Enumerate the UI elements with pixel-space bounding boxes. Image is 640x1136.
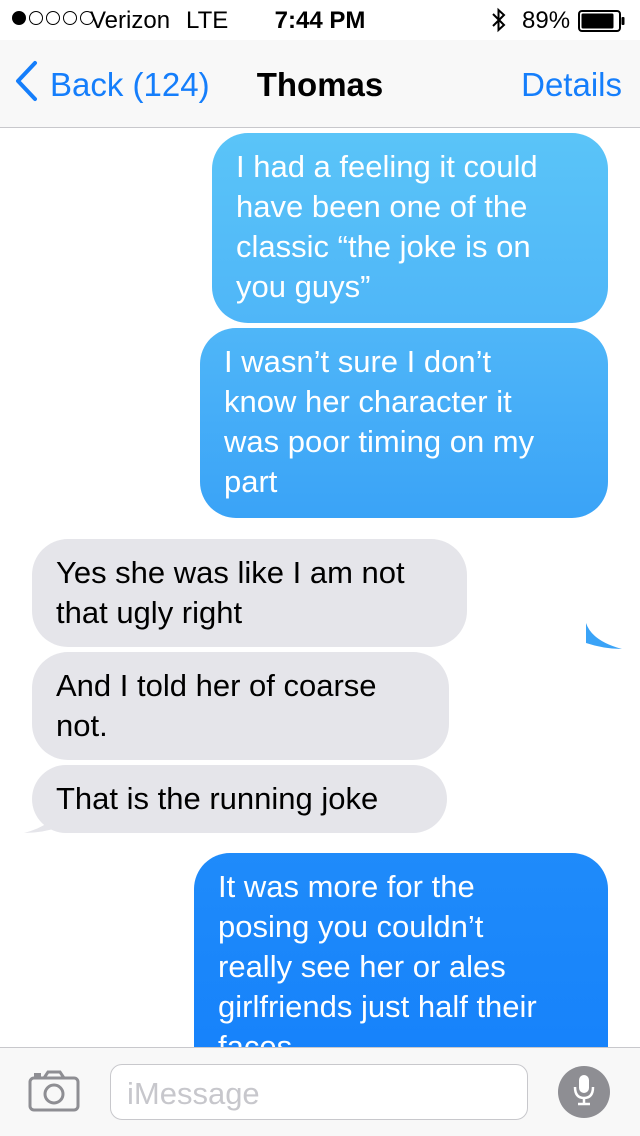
- microphone-icon: [571, 1073, 597, 1112]
- camera-icon: [28, 1070, 80, 1116]
- message-input-bar: iMessage: [0, 1047, 640, 1136]
- imessage-screen: Verizon LTE 7:44 PM 89% Back (124) Thoma…: [0, 0, 640, 1136]
- incoming-bubble-tail: [24, 807, 60, 833]
- battery-icon: [578, 10, 626, 39]
- message-thread[interactable]: I had a feeling it could have been one o…: [0, 129, 640, 1047]
- incoming-message[interactable]: And I told her of coarse not.: [32, 652, 449, 760]
- camera-button[interactable]: [28, 1070, 80, 1117]
- outgoing-message[interactable]: It was more for the posing you couldn’t …: [194, 853, 608, 1047]
- details-button[interactable]: Details: [521, 66, 622, 104]
- outgoing-message[interactable]: I had a feeling it could have been one o…: [212, 133, 608, 323]
- microphone-button[interactable]: [558, 1066, 610, 1118]
- incoming-message[interactable]: Yes she was like I am not that ugly righ…: [32, 539, 467, 647]
- imessage-input[interactable]: iMessage: [110, 1064, 528, 1120]
- nav-bar: Back (124) Thomas Details: [0, 40, 640, 128]
- bluetooth-icon: [490, 6, 508, 41]
- outgoing-bubble-tail: [586, 623, 622, 649]
- incoming-message[interactable]: That is the running joke: [32, 765, 447, 833]
- outgoing-message[interactable]: I wasn’t sure I don’t know her character…: [200, 328, 608, 518]
- battery-percentage: 89%: [522, 7, 571, 34]
- status-bar: Verizon LTE 7:44 PM 89%: [0, 0, 640, 40]
